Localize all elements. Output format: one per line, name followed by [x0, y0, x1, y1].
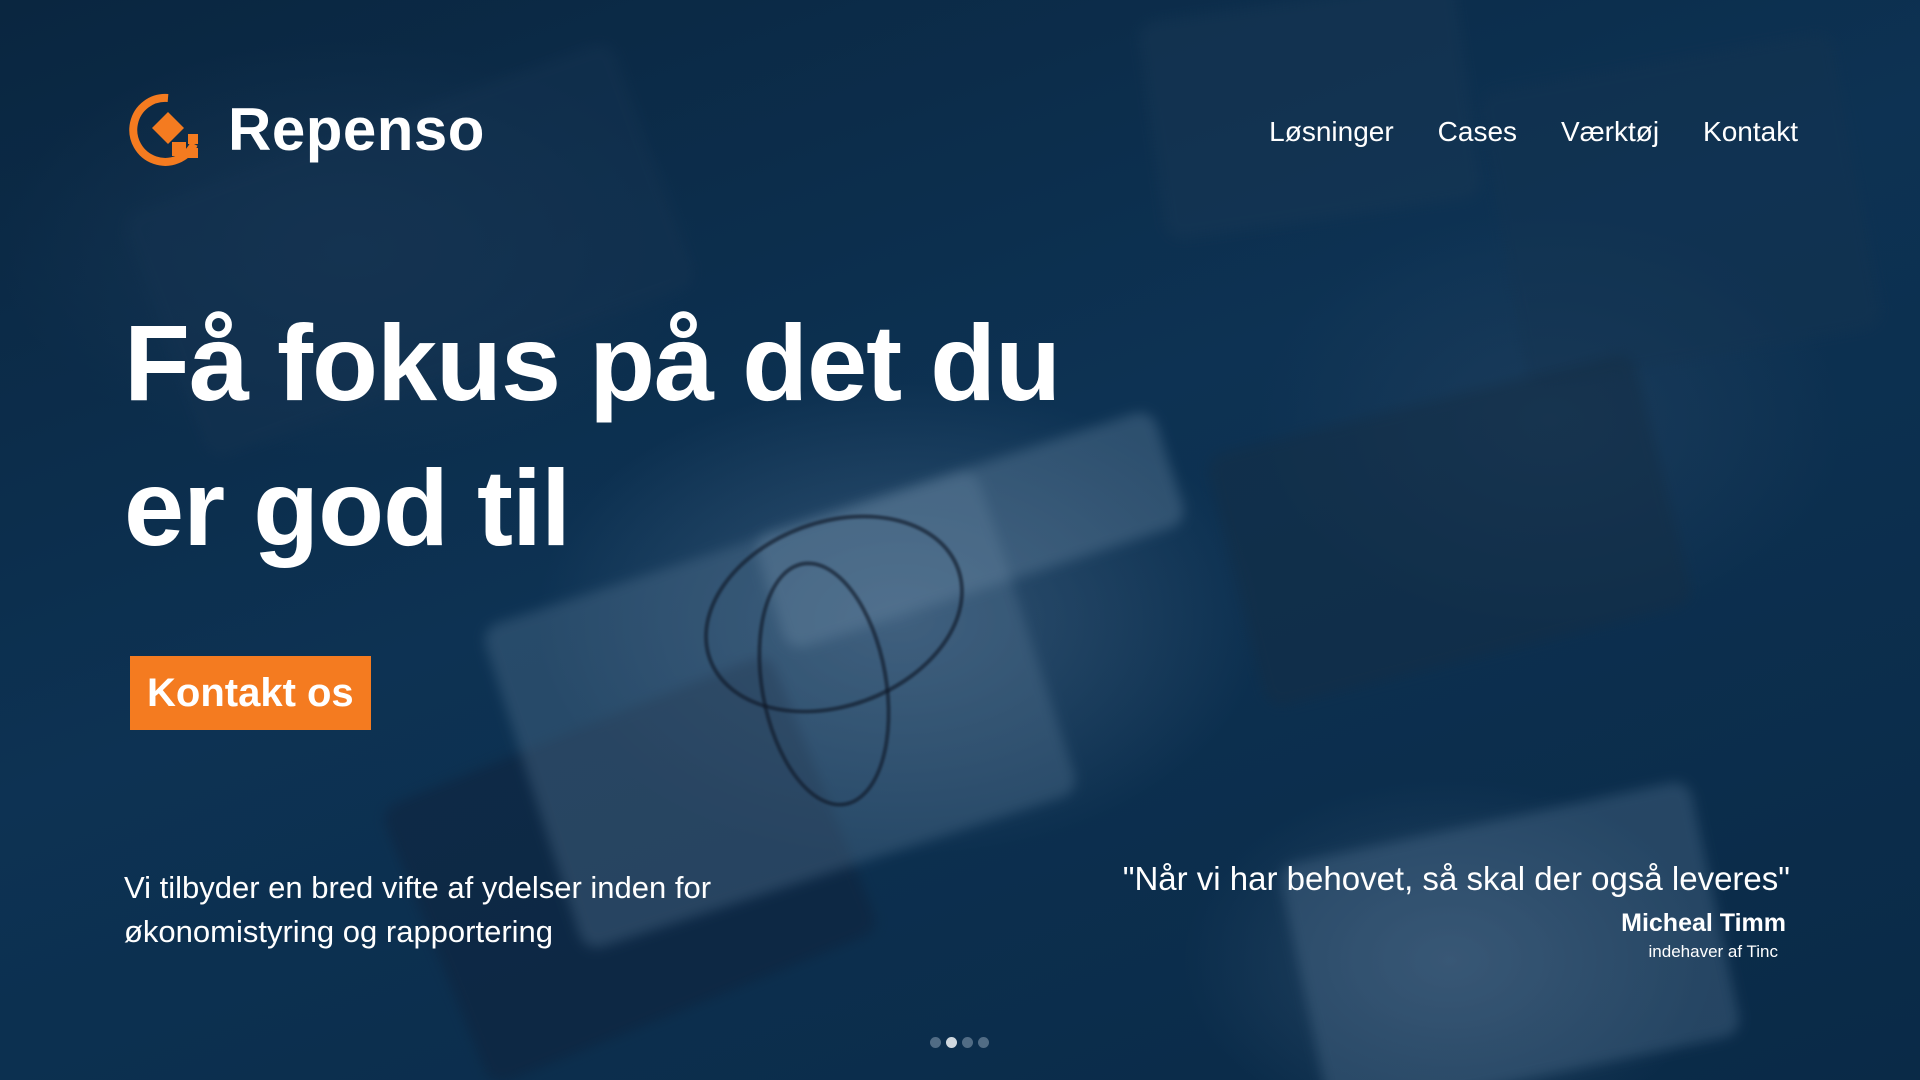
nav-item-cases[interactable]: Cases	[1438, 114, 1517, 150]
brand-logo[interactable]: Repenso	[128, 90, 485, 170]
subtext-line-2: økonomistyring og rapportering	[124, 914, 554, 949]
carousel-dot[interactable]	[962, 1037, 973, 1048]
main-nav: Løsninger Cases Værktøj Kontakt	[1269, 114, 1798, 150]
logo-icon	[128, 90, 208, 170]
contact-us-button[interactable]: Kontakt os	[130, 656, 371, 730]
carousel-dot[interactable]	[978, 1037, 989, 1048]
testimonial: "Når vi har behovet, så skal der også le…	[1030, 856, 1790, 964]
nav-item-kontakt[interactable]: Kontakt	[1703, 114, 1798, 150]
brand-name: Repenso	[228, 96, 485, 163]
site-header: Repenso Løsninger Cases Værktøj Kontakt	[0, 0, 1920, 180]
nav-item-loesninger[interactable]: Løsninger	[1269, 114, 1394, 150]
nav-item-vaerktoej[interactable]: Værktøj	[1561, 114, 1659, 150]
subtext-line-1: Vi tilbyder en bred vifte af ydelser ind…	[124, 870, 712, 905]
headline-line-2: er god til	[124, 447, 571, 568]
hero-headline: Få fokus på det du er god til	[124, 290, 1224, 580]
hero-section: Repenso Løsninger Cases Værktøj Kontakt …	[0, 0, 1920, 1080]
carousel-dots	[930, 1037, 989, 1048]
carousel-dot-active[interactable]	[946, 1037, 957, 1048]
carousel-dot[interactable]	[930, 1037, 941, 1048]
hero-subtext: Vi tilbyder en bred vifte af ydelser ind…	[124, 866, 764, 954]
testimonial-quote: "Når vi har behovet, så skal der også le…	[1122, 860, 1790, 897]
testimonial-role: indehaver af Tinc	[1648, 942, 1778, 961]
headline-line-1: Få fokus på det du	[124, 302, 1061, 423]
testimonial-author: Micheal Timm	[1621, 909, 1786, 937]
background-box	[1205, 350, 1695, 710]
